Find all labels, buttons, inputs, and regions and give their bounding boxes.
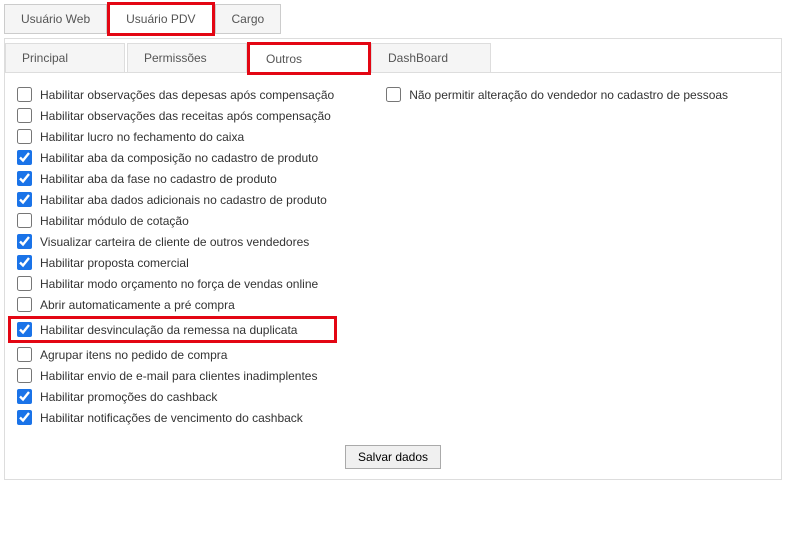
option-label: Habilitar proposta comercial (40, 256, 189, 270)
option-checkbox[interactable] (17, 368, 32, 383)
option-row: Habilitar módulo de cotação (11, 211, 334, 230)
option-row: Habilitar aba da composição no cadastro … (11, 148, 334, 167)
option-label: Habilitar modo orçamento no força de ven… (40, 277, 318, 291)
option-checkbox[interactable] (17, 213, 32, 228)
options-right-column: Não permitir alteração do vendedor no ca… (374, 85, 775, 429)
option-row: Não permitir alteração do vendedor no ca… (380, 85, 775, 104)
top-tab-label: Cargo (232, 12, 265, 26)
option-label: Habilitar promoções do cashback (40, 390, 217, 404)
option-label: Habilitar aba da composição no cadastro … (40, 151, 318, 165)
sub-tab-0[interactable]: Principal (5, 43, 125, 72)
option-label: Habilitar desvinculação da remessa na du… (40, 323, 297, 337)
option-checkbox[interactable] (17, 108, 32, 123)
top-tab-label: Usuário PDV (126, 12, 195, 26)
option-row: Habilitar aba dados adicionais no cadast… (11, 190, 334, 209)
top-tab-1[interactable]: Usuário PDV (109, 4, 212, 34)
option-row: Habilitar promoções do cashback (11, 387, 334, 406)
option-label: Habilitar notificações de vencimento do … (40, 411, 303, 425)
option-label: Habilitar aba dados adicionais no cadast… (40, 193, 327, 207)
option-checkbox[interactable] (17, 87, 32, 102)
option-checkbox[interactable] (17, 322, 32, 337)
option-label: Não permitir alteração do vendedor no ca… (409, 88, 728, 102)
option-label: Habilitar envio de e-mail para clientes … (40, 369, 317, 383)
option-checkbox[interactable] (17, 255, 32, 270)
settings-panel: Principal Permissões Outros DashBoard Habil… (4, 38, 782, 480)
option-checkbox[interactable] (17, 347, 32, 362)
option-label: Habilitar observações das depesas após c… (40, 88, 334, 102)
option-label: Agrupar itens no pedido de compra (40, 348, 227, 362)
option-label: Habilitar módulo de cotação (40, 214, 189, 228)
option-label: Habilitar observações das receitas após … (40, 109, 331, 123)
option-row: Agrupar itens no pedido de compra (11, 345, 334, 364)
sub-tab-3[interactable]: DashBoard (371, 43, 491, 72)
option-row: Habilitar aba da fase no cadastro de pro… (11, 169, 334, 188)
option-row: Habilitar envio de e-mail para clientes … (11, 366, 334, 385)
sub-tab-2[interactable]: Outros (249, 44, 369, 73)
tab-content: Habilitar observações das depesas após c… (5, 73, 781, 435)
option-row: Habilitar proposta comercial (11, 253, 334, 272)
option-checkbox[interactable] (17, 389, 32, 404)
option-checkbox[interactable] (17, 171, 32, 186)
option-row: Habilitar observações das depesas após c… (11, 85, 334, 104)
option-label: Habilitar lucro no fechamento do caixa (40, 130, 244, 144)
option-row: Habilitar notificações de vencimento do … (11, 408, 334, 427)
option-checkbox[interactable] (17, 234, 32, 249)
options-left-column: Habilitar observações das depesas após c… (11, 85, 334, 429)
sub-tab-label: Principal (22, 51, 68, 65)
option-checkbox[interactable] (17, 129, 32, 144)
sub-tab-1[interactable]: Permissões (127, 43, 247, 72)
footer: Salvar dados (5, 445, 781, 469)
option-label: Habilitar aba da fase no cadastro de pro… (40, 172, 277, 186)
top-tab-label: Usuário Web (21, 12, 90, 26)
top-tabs: Usuário Web Usuário PDV Cargo (4, 4, 782, 34)
sub-tab-label: DashBoard (388, 51, 448, 65)
option-checkbox[interactable] (17, 297, 32, 312)
option-checkbox[interactable] (386, 87, 401, 102)
option-row: Habilitar modo orçamento no força de ven… (11, 274, 334, 293)
option-checkbox[interactable] (17, 192, 32, 207)
save-button[interactable]: Salvar dados (345, 445, 441, 469)
top-tab-2[interactable]: Cargo (215, 4, 282, 34)
sub-tab-label: Outros (266, 52, 302, 66)
top-tab-0[interactable]: Usuário Web (4, 4, 107, 34)
option-checkbox[interactable] (17, 276, 32, 291)
option-row: Habilitar lucro no fechamento do caixa (11, 127, 334, 146)
option-row: Visualizar carteira de cliente de outros… (11, 232, 334, 251)
sub-tab-label: Permissões (144, 51, 207, 65)
option-row: Habilitar observações das receitas após … (11, 106, 334, 125)
option-checkbox[interactable] (17, 150, 32, 165)
option-label: Abrir automaticamente a pré compra (40, 298, 235, 312)
option-checkbox[interactable] (17, 410, 32, 425)
option-row: Abrir automaticamente a pré compra (11, 295, 334, 314)
option-row: Habilitar desvinculação da remessa na du… (8, 316, 337, 343)
option-label: Visualizar carteira de cliente de outros… (40, 235, 309, 249)
sub-tabs: Principal Permissões Outros DashBoard (5, 41, 781, 73)
